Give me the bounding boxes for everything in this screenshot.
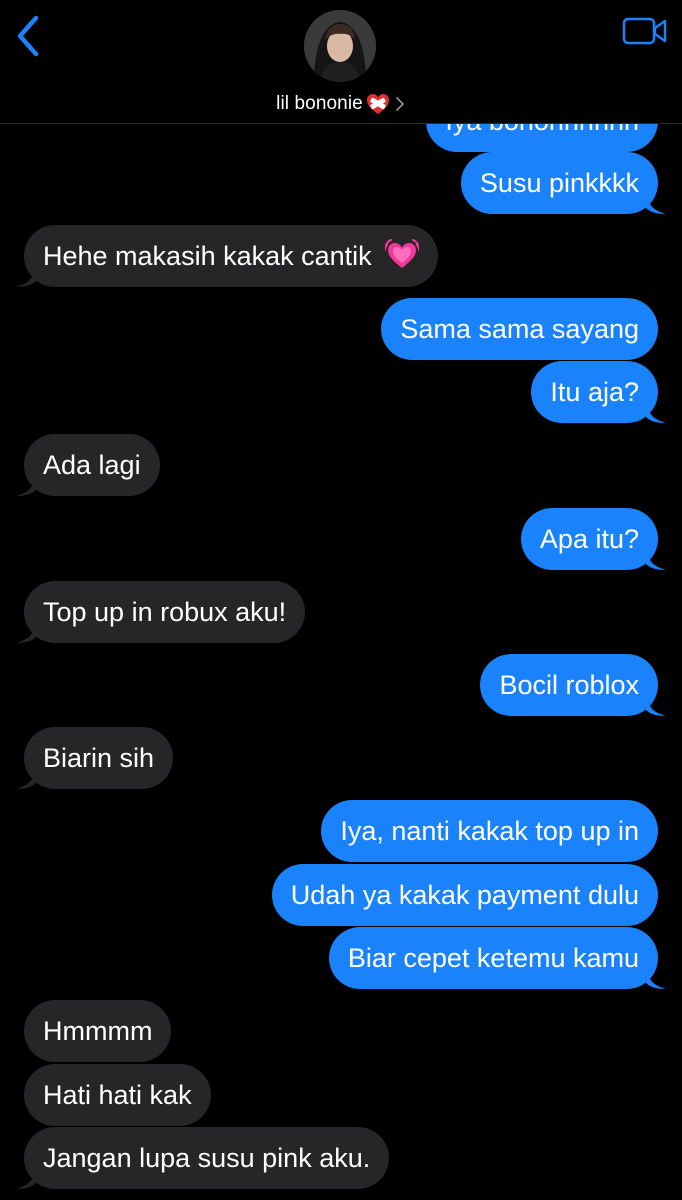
message-bubble-received[interactable]: Biarin sih xyxy=(16,727,174,789)
bubble-tail xyxy=(646,967,666,989)
contact-avatar[interactable] xyxy=(304,10,376,82)
message-text: Biarin sih xyxy=(43,743,155,773)
bubble-tail xyxy=(16,621,36,643)
contact-name-row[interactable]: lil bononie xyxy=(0,90,682,118)
back-button[interactable] xyxy=(8,12,48,60)
message-bubble-sent[interactable]: Apa itu? xyxy=(520,508,666,570)
message-bubble-sent[interactable]: Udah ya kakak payment dulu xyxy=(271,864,658,926)
message-text: Iya, nanti kakak top up in xyxy=(340,816,639,846)
message-text: Hmmmm xyxy=(43,1016,153,1046)
chevron-right-icon xyxy=(395,97,404,111)
bubble-tail xyxy=(16,265,36,287)
message-text: Bocil roblox xyxy=(499,670,639,700)
message-text: Sama sama sayang xyxy=(400,314,639,344)
message-bubble-received[interactable]: Jangan lupa susu pink aku. xyxy=(16,1127,390,1189)
message-text: Ada lagi xyxy=(43,450,141,480)
mending-heart-icon xyxy=(366,94,389,114)
video-camera-icon xyxy=(622,17,667,45)
message-text: Itu aja? xyxy=(550,377,639,407)
message-text: Udah ya kakak payment dulu xyxy=(290,880,639,910)
bubble-tail xyxy=(646,694,666,716)
contact-name: lil bononie xyxy=(276,93,363,114)
message-bubble-received[interactable]: Hati hati kak xyxy=(24,1064,211,1126)
growing-heart-emoji-icon xyxy=(385,238,420,268)
message-text: Biar cepet ketemu kamu xyxy=(347,943,639,973)
message-text: Hehe makasih kakak cantik xyxy=(43,241,372,271)
message-bubble-received[interactable]: Top up in robux aku! xyxy=(16,581,306,643)
message-bubble-received[interactable]: Hehe makasih kakak cantik xyxy=(16,225,439,287)
message-text: Jangan lupa susu pink aku. xyxy=(43,1143,371,1173)
message-text: Hati hati kak xyxy=(43,1080,192,1110)
conversation-header: lil bononie xyxy=(0,0,682,124)
message-bubble-sent[interactable]: Susu pinkkkk xyxy=(460,152,666,214)
message-text: Apa itu? xyxy=(539,524,639,554)
bubble-tail xyxy=(646,548,666,570)
message-bubble-sent[interactable]: Biar cepet ketemu kamu xyxy=(328,927,666,989)
message-bubble-sent[interactable]: Itu aja? xyxy=(531,361,666,423)
facetime-video-button[interactable] xyxy=(620,14,670,48)
message-bubble-sent[interactable]: Iya, nanti kakak top up in xyxy=(321,800,658,862)
imessage-conversation-screen: Iya bononnnnnn Susu pinkkkk Hehe makasih… xyxy=(0,0,682,1200)
message-bubble-sent[interactable]: Bocil roblox xyxy=(480,654,666,716)
message-text: Susu pinkkkk xyxy=(479,168,639,198)
bubble-tail xyxy=(646,192,666,214)
message-list[interactable]: Iya bononnnnnn Susu pinkkkk Hehe makasih… xyxy=(0,0,682,1200)
bubble-tail xyxy=(16,474,36,496)
chevron-left-icon xyxy=(17,15,39,57)
message-text: Top up in robux aku! xyxy=(43,597,287,627)
bubble-tail xyxy=(16,767,36,789)
bubble-tail xyxy=(16,1167,36,1189)
message-bubble-received[interactable]: Hmmmm xyxy=(24,1000,172,1062)
message-bubble-sent[interactable]: Sama sama sayang xyxy=(381,298,658,360)
bubble-tail xyxy=(646,401,666,423)
avatar-photo xyxy=(304,10,376,82)
message-bubble-received[interactable]: Ada lagi xyxy=(16,434,160,496)
